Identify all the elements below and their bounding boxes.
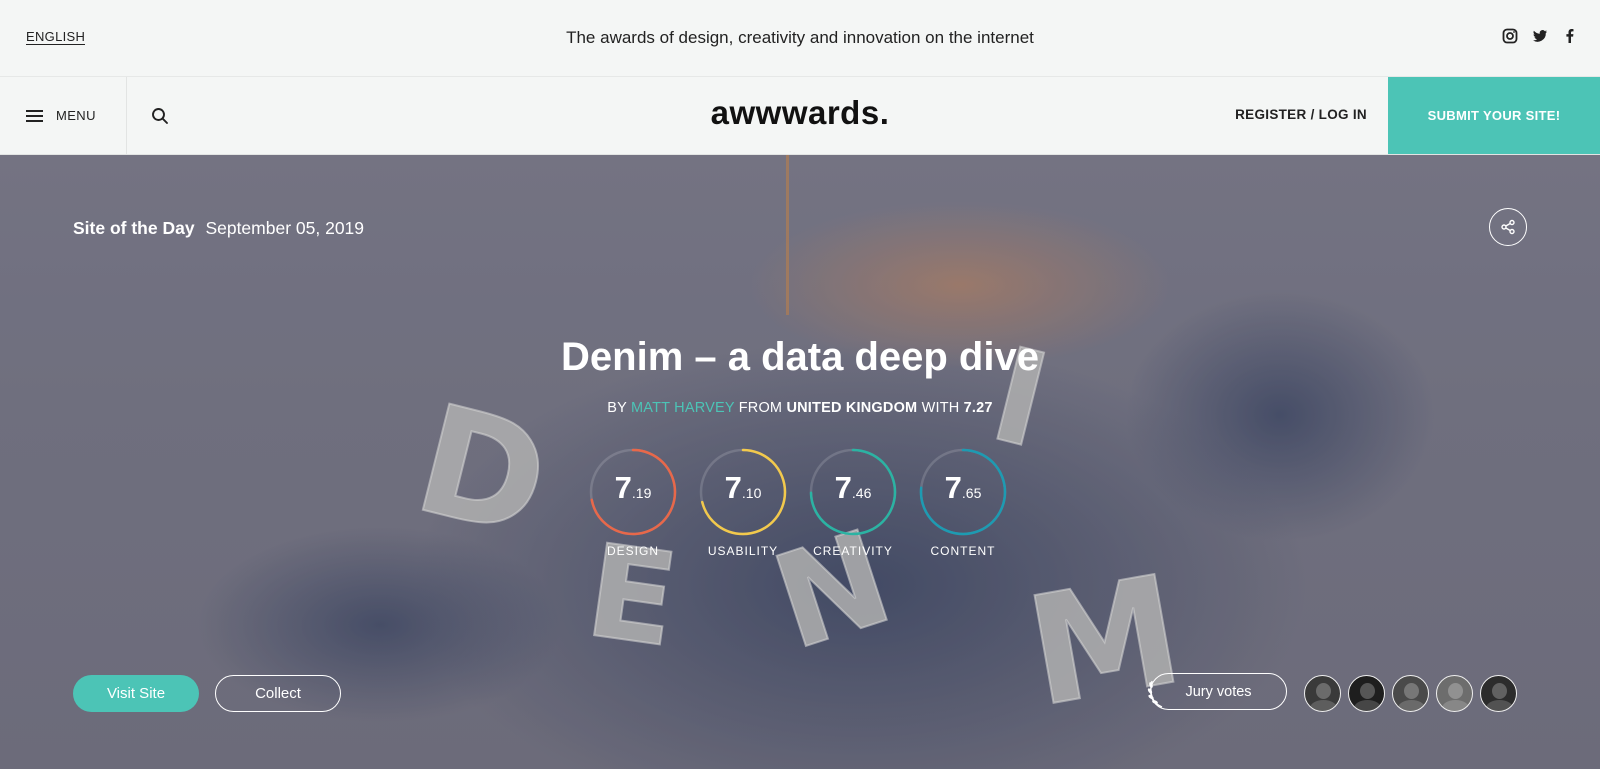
award-name: Site of the Day (73, 218, 195, 238)
score-value: 7.65 (944, 470, 982, 505)
score-value: 7.19 (614, 470, 652, 505)
top-bar: ENGLISH The awards of design, creativity… (0, 0, 1600, 77)
country: UNITED KINGDOM (786, 400, 918, 416)
site-title: Denim – a data deep dive (561, 335, 1039, 379)
byline-by: BY (607, 400, 627, 416)
overall-score: 7.27 (963, 400, 993, 416)
byline-with: WITH (921, 400, 960, 416)
score-content: 7.65 CONTENT (919, 448, 1007, 558)
score-value: 7.10 (724, 470, 762, 505)
byline-from: FROM (738, 400, 783, 416)
score-label: CONTENT (930, 544, 996, 558)
site-of-the-day-label: Site of the Day September 05, 2019 (73, 218, 364, 239)
award-date: September 05, 2019 (205, 218, 365, 238)
hero-content: Site of the Day September 05, 2019 Denim… (0, 155, 1600, 769)
social-links (1502, 28, 1578, 44)
hero-banner: D E N I M Site of the Day September 05, … (0, 155, 1600, 769)
author-link[interactable]: MATT HARVEY (631, 400, 734, 416)
score-ring: 7.46 (809, 448, 897, 536)
twitter-icon[interactable] (1532, 28, 1548, 44)
menu-label: MENU (56, 108, 96, 123)
nav-bar: MENU awwwards. REGISTER / LOG IN SUBMIT … (0, 77, 1600, 155)
score-creativity: 7.46 CREATIVITY (809, 448, 897, 558)
menu-button[interactable]: MENU (0, 77, 127, 154)
jury-avatars (1304, 675, 1517, 712)
hamburger-icon (26, 109, 43, 122)
score-ring: 7.10 (699, 448, 787, 536)
score-value: 7.46 (834, 470, 872, 505)
instagram-icon[interactable] (1502, 28, 1518, 44)
submit-site-button[interactable]: SUBMIT YOUR SITE! (1388, 77, 1600, 154)
score-design: 7.19 DESIGN (589, 448, 677, 558)
share-button[interactable] (1489, 208, 1527, 246)
facebook-icon[interactable] (1562, 28, 1578, 44)
register-login-link[interactable]: REGISTER / LOG IN (1235, 107, 1367, 122)
tagline: The awards of design, creativity and inn… (566, 28, 1034, 47)
avatar[interactable] (1348, 675, 1385, 712)
score-ring: 7.65 (919, 448, 1007, 536)
byline: BY MATT HARVEY FROM UNITED KINGDOM WITH … (0, 400, 1600, 416)
avatar[interactable] (1392, 675, 1429, 712)
avatar[interactable] (1436, 675, 1473, 712)
score-ring: 7.19 (589, 448, 677, 536)
avatar[interactable] (1304, 675, 1341, 712)
share-icon (1501, 219, 1515, 235)
score-usability: 7.10 USABILITY (699, 448, 787, 558)
jury-votes-button[interactable]: Jury votes (1150, 673, 1287, 710)
score-label: DESIGN (606, 544, 659, 558)
avatar[interactable] (1480, 675, 1517, 712)
score-rings: 7.19 DESIGN 7.10 USABILITY 7.46 CREATIVI… (589, 448, 1007, 558)
score-label: CREATIVITY (813, 544, 893, 558)
score-label: USABILITY (707, 544, 779, 558)
awwwards-logo[interactable]: awwwards. (711, 94, 890, 131)
collect-button[interactable]: Collect (215, 675, 341, 712)
search-icon[interactable] (151, 107, 169, 125)
visit-site-button[interactable]: Visit Site (73, 675, 199, 712)
